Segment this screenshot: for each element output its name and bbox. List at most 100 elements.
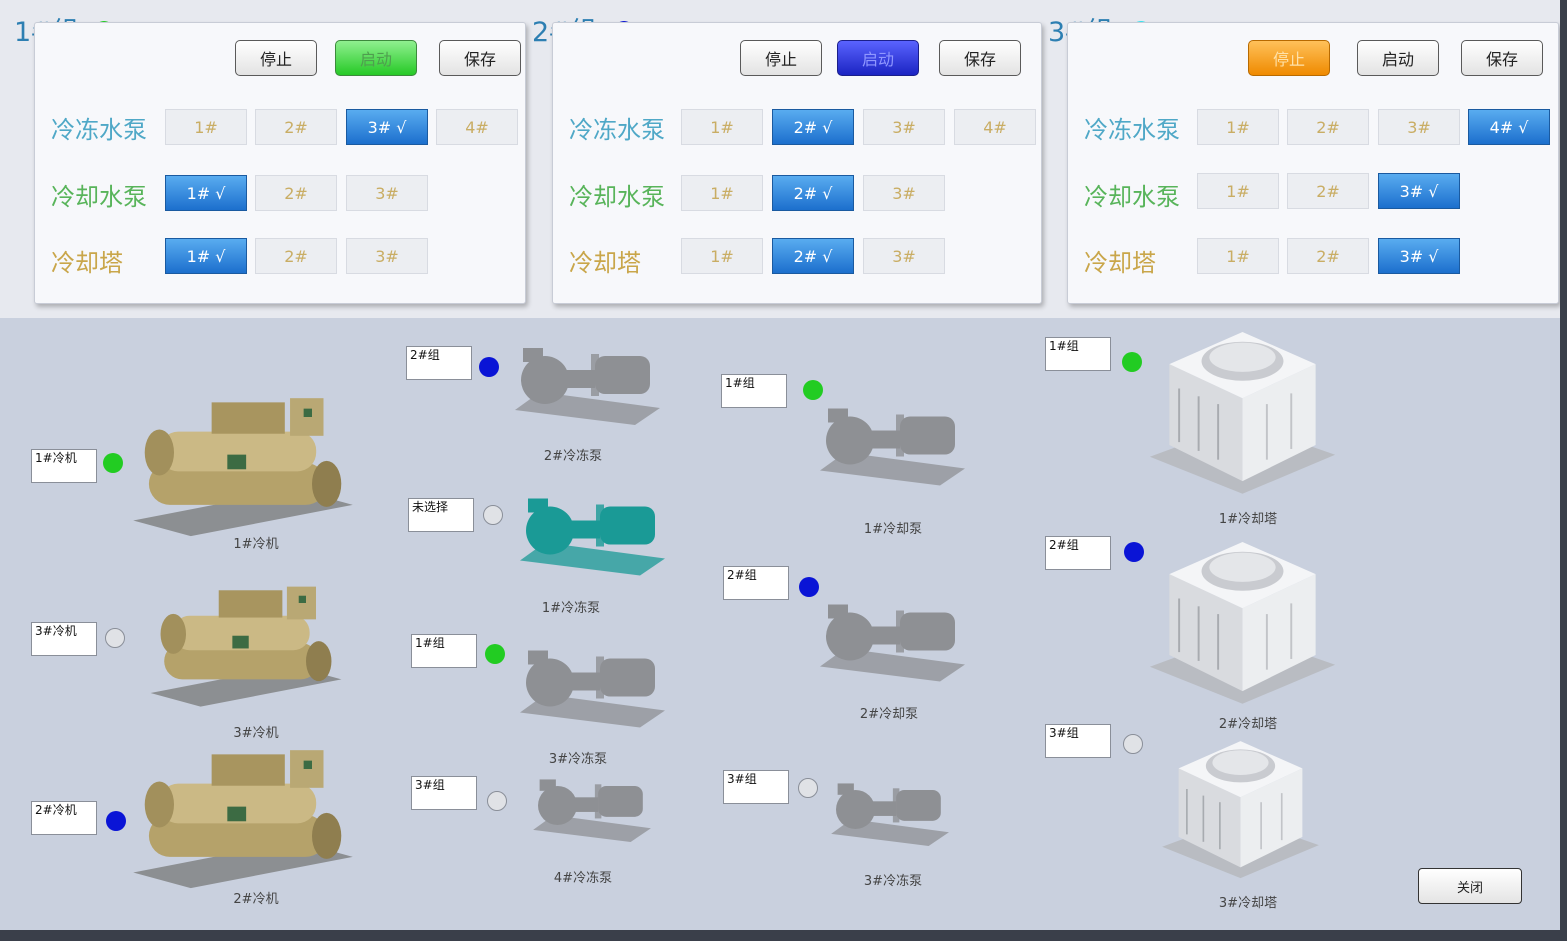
- cooling-tower-1-group-field[interactable]: 1#组: [1045, 337, 1111, 371]
- cooling-pump-3-status-indicator: [798, 778, 818, 798]
- group-2-cooling-pump-1[interactable]: 1#: [681, 175, 763, 211]
- group-1-cooling-pump-1[interactable]: 1# √: [165, 175, 247, 211]
- group-1-start-button[interactable]: 启动: [335, 40, 417, 76]
- group-1-cooling-tower-1[interactable]: 1# √: [165, 238, 247, 274]
- row-label-cooling-pump: 冷却水泵: [569, 183, 665, 211]
- group-3-chilled-pump-4[interactable]: 4# √: [1468, 109, 1550, 145]
- group-2-cooling-tower-3[interactable]: 3#: [863, 238, 945, 274]
- chilled-pump-4-image: [525, 772, 655, 847]
- cooling-tower-2-group-field[interactable]: 2#组: [1045, 536, 1111, 570]
- row-label-cooling-tower: 冷却塔: [569, 249, 641, 277]
- group-2-start-button[interactable]: 启动: [837, 40, 919, 76]
- group-3-start-button[interactable]: 启动: [1357, 40, 1439, 76]
- group-2-panel: 停止 启动 保存 冷冻水泵 1# 2# √ 3# 4# 冷却水泵 1# 2# √…: [552, 22, 1042, 304]
- group-3-panel: 停止 启动 保存 冷冻水泵 1# 2# 3# 4# √ 冷却水泵 1# 2# 3…: [1067, 22, 1559, 304]
- cooling-tower-3-image: [1158, 728, 1323, 883]
- chiller-2-status-indicator: [106, 811, 126, 831]
- row-label-cooling-tower: 冷却塔: [51, 249, 123, 277]
- chiller-1-group-field[interactable]: 1#冷机: [31, 449, 97, 483]
- group-2-stop-button[interactable]: 停止: [740, 40, 822, 76]
- chilled-pump-3-group-field[interactable]: 1#组: [411, 634, 477, 668]
- cooling-tower-1-label: 1#冷却塔: [1218, 512, 1278, 527]
- cooling-pump-2-group-field[interactable]: 2#组: [723, 566, 789, 600]
- chiller-2-group-field[interactable]: 2#冷机: [31, 801, 97, 835]
- chilled-pump-1-image: [510, 488, 670, 583]
- row-label-cooling-pump: 冷却水泵: [1084, 183, 1180, 211]
- chiller-3-image: [146, 568, 346, 718]
- group-1-chilled-pump-2[interactable]: 2#: [255, 109, 337, 145]
- chilled-pump-2-status-indicator: [479, 357, 499, 377]
- cooling-tower-2-image: [1145, 528, 1340, 708]
- group-2-cooling-pump-3[interactable]: 3#: [863, 175, 945, 211]
- group-2-chilled-pump-3[interactable]: 3#: [863, 109, 945, 145]
- chilled-pump-1-label: 1#冷冻泵: [541, 601, 601, 616]
- row-label-chilled-pump: 冷冻水泵: [51, 116, 147, 144]
- group-2-cooling-tower-2[interactable]: 2# √: [772, 238, 854, 274]
- group-3-chilled-pump-1[interactable]: 1#: [1197, 109, 1279, 145]
- window-right-edge: [1560, 0, 1567, 941]
- cooling-pump-2-image: [810, 594, 970, 689]
- cooling-pump-2-label: 2#冷却泵: [859, 707, 919, 722]
- cooling-pump-3-group-field[interactable]: 3#组: [723, 770, 789, 804]
- group-3-cooling-pump-3[interactable]: 3# √: [1378, 173, 1460, 209]
- group-1-cooling-pump-2[interactable]: 2#: [255, 175, 337, 211]
- group-1-stop-button[interactable]: 停止: [235, 40, 317, 76]
- cooling-tower-1-image: [1145, 318, 1340, 498]
- group-3-cooling-pump-2[interactable]: 2#: [1287, 173, 1369, 209]
- group-1-chilled-pump-4[interactable]: 4#: [436, 109, 518, 145]
- group-1-cooling-pump-3[interactable]: 3#: [346, 175, 428, 211]
- group-2-cooling-tower-1[interactable]: 1#: [681, 238, 763, 274]
- group-1-panel: 停止 启动 保存 冷冻水泵 1# 2# 3# √ 4# 冷却水泵 1# √ 2#…: [34, 22, 526, 304]
- cooling-tower-3-status-indicator: [1123, 734, 1143, 754]
- cooling-pump-3-label: 3#冷冻泵: [863, 874, 923, 889]
- cooling-pump-1-group-field[interactable]: 1#组: [721, 374, 787, 408]
- cooling-pump-1-label: 1#冷却泵: [863, 522, 923, 537]
- chilled-pump-4-label: 4#冷冻泵: [553, 871, 613, 886]
- cooling-tower-1-status-indicator: [1122, 352, 1142, 372]
- group-3-save-button[interactable]: 保存: [1461, 40, 1543, 76]
- cooling-pump-1-status-indicator: [803, 380, 823, 400]
- group-2-chilled-pump-2[interactable]: 2# √: [772, 109, 854, 145]
- window-bottom-edge: [0, 930, 1567, 941]
- chiller-3-label: 3#冷机: [233, 726, 279, 741]
- cooling-tower-3-group-field[interactable]: 3#组: [1045, 724, 1111, 758]
- chilled-pump-2-image: [505, 340, 665, 430]
- group-3-cooling-pump-1[interactable]: 1#: [1197, 173, 1279, 209]
- group-3-stop-button[interactable]: 停止: [1248, 40, 1330, 76]
- group-2-chilled-pump-4[interactable]: 4#: [954, 109, 1036, 145]
- group-3-cooling-tower-1[interactable]: 1#: [1197, 238, 1279, 274]
- group-1-save-button[interactable]: 保存: [439, 40, 521, 76]
- chiller-3-group-field[interactable]: 3#冷机: [31, 622, 97, 656]
- group-1-chilled-pump-1[interactable]: 1#: [165, 109, 247, 145]
- group-1-cooling-tower-3[interactable]: 3#: [346, 238, 428, 274]
- chilled-pump-2-group-field[interactable]: 2#组: [406, 346, 472, 380]
- row-label-chilled-pump: 冷冻水泵: [1084, 116, 1180, 144]
- group-2-chilled-pump-1[interactable]: 1#: [681, 109, 763, 145]
- chilled-pump-3-label: 3#冷冻泵: [548, 752, 608, 767]
- group-1-cooling-tower-2[interactable]: 2#: [255, 238, 337, 274]
- chilled-pump-1-group-field[interactable]: 未选择: [408, 498, 474, 532]
- chiller-2-label: 2#冷机: [233, 892, 279, 907]
- cooling-pump-3-image: [823, 776, 953, 851]
- cooling-pump-1-image: [810, 398, 970, 493]
- group-3-chilled-pump-2[interactable]: 2#: [1287, 109, 1369, 145]
- close-button[interactable]: 关闭: [1418, 868, 1522, 904]
- group-1-chilled-pump-3[interactable]: 3# √: [346, 109, 428, 145]
- group-2-cooling-pump-2[interactable]: 2# √: [772, 175, 854, 211]
- chiller-1-image: [128, 388, 358, 538]
- chilled-pump-3-status-indicator: [485, 644, 505, 664]
- chilled-pump-4-status-indicator: [487, 791, 507, 811]
- group-3-cooling-tower-2[interactable]: 2#: [1287, 238, 1369, 274]
- chilled-pump-3-image: [510, 640, 670, 735]
- cooling-tower-3-label: 3#冷却塔: [1218, 896, 1278, 911]
- row-label-chilled-pump: 冷冻水泵: [569, 116, 665, 144]
- row-label-cooling-tower: 冷却塔: [1084, 249, 1156, 277]
- group-3-chilled-pump-3[interactable]: 3#: [1378, 109, 1460, 145]
- group-3-cooling-tower-3[interactable]: 3# √: [1378, 238, 1460, 274]
- chiller-1-label: 1#冷机: [233, 537, 279, 552]
- chiller-3-status-indicator: [105, 628, 125, 648]
- cooling-tower-2-status-indicator: [1124, 542, 1144, 562]
- chilled-pump-4-group-field[interactable]: 3#组: [411, 776, 477, 810]
- group-2-save-button[interactable]: 保存: [939, 40, 1021, 76]
- chiller-2-image: [128, 740, 358, 890]
